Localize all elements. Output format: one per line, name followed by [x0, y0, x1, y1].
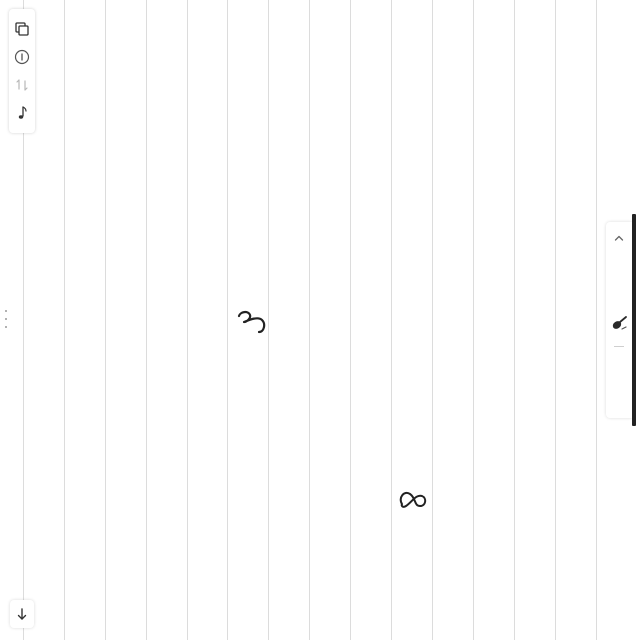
undo-redo-button[interactable]	[11, 71, 33, 99]
ruled-line	[227, 0, 228, 640]
ruled-line	[64, 0, 65, 640]
panel-active-bar	[632, 214, 636, 426]
arrow-down-icon	[17, 608, 27, 620]
undo-redo-icon	[16, 79, 28, 91]
pen-tool-button[interactable]	[608, 312, 630, 336]
ruled-line	[187, 0, 188, 640]
info-button[interactable]	[11, 43, 33, 71]
copy-pages-button[interactable]	[11, 15, 33, 43]
ruled-line	[309, 0, 310, 640]
ruled-line	[391, 0, 392, 640]
drag-dot	[5, 310, 7, 312]
audio-note-icon	[18, 106, 27, 119]
pen-tool-icon	[612, 316, 627, 330]
info-icon	[14, 49, 30, 65]
panel-separator	[614, 346, 624, 347]
drag-dot	[5, 326, 7, 328]
ruled-line	[105, 0, 106, 640]
ruled-line	[596, 0, 597, 640]
handwritten-stroke-8	[399, 492, 427, 508]
scroll-down-button[interactable]	[10, 600, 34, 628]
audio-note-button[interactable]	[11, 99, 33, 127]
drag-dot	[5, 318, 7, 320]
ruled-line	[514, 0, 515, 640]
side-drag-handle[interactable]	[3, 310, 9, 328]
right-tool-panel	[606, 222, 632, 418]
writing-canvas[interactable]	[0, 0, 640, 640]
left-toolbar	[9, 9, 35, 133]
ruled-line	[432, 0, 433, 640]
copy-pages-icon	[15, 22, 29, 36]
ruled-line	[473, 0, 474, 640]
ruled-line	[555, 0, 556, 640]
ruled-line	[350, 0, 351, 640]
chevron-up-icon	[614, 235, 624, 241]
handwritten-stroke-3	[237, 310, 266, 334]
collapse-panel-button[interactable]	[610, 228, 628, 248]
ruled-line	[146, 0, 147, 640]
ruled-lines	[0, 0, 640, 640]
